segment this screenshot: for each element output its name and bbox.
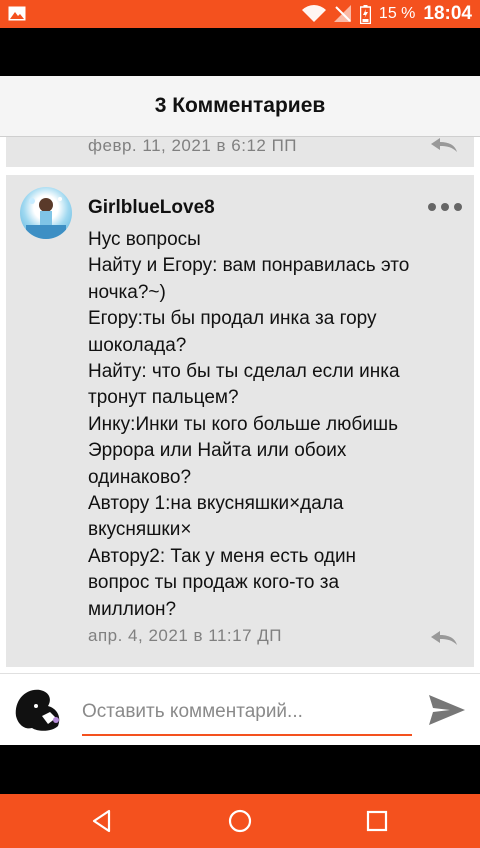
comment-item: GirlblueLove8 Нус вопросы Найту и Егору:… [6, 175, 474, 667]
comment-timestamp: февр. 11, 2021 в 6:12 ПП [88, 137, 298, 155]
send-icon[interactable] [428, 694, 466, 726]
comment-line: тронут пальцем? [88, 387, 239, 409]
comment-line: ночка?~) [88, 281, 166, 303]
bottom-black-band [0, 745, 480, 794]
reply-icon[interactable] [430, 137, 458, 153]
signal-icon [333, 5, 351, 22]
page-title: 3 Комментариев [154, 94, 326, 117]
comment-text: Нус вопросы Найту и Егору: вам понравила… [88, 227, 458, 623]
reply-icon[interactable] [430, 630, 458, 646]
comment-timestamp: апр. 4, 2021 в 11:17 ДП [88, 626, 282, 645]
back-icon[interactable] [89, 808, 115, 834]
comment-line: Егору:ты бы продал инка за гору [88, 308, 377, 330]
comment-line: Нус вопросы [88, 229, 201, 250]
comment-line: шоколада? [88, 334, 187, 356]
comment-line: Автору2: Так у меня есть один [88, 545, 357, 567]
comment-line: Найту: что бы ты сделал если инка [88, 361, 400, 383]
comment-author[interactable]: GirlblueLove8 [88, 197, 215, 219]
comments-header: 3 Комментариев [0, 76, 480, 137]
previous-comment: февр. 11, 2021 в 6:12 ПП [6, 137, 474, 167]
user-avatar[interactable] [12, 686, 66, 732]
battery-percent: 15 % [378, 5, 416, 22]
wifi-icon [301, 5, 326, 23]
status-bar: 15 % 18:04 [0, 0, 480, 28]
battery-icon [359, 4, 371, 24]
comment-input-bar [0, 673, 480, 746]
comment-line: Эррора или Найта или обоих [88, 440, 347, 462]
navigation-bar [0, 794, 480, 848]
comment-line: миллион? [88, 598, 177, 620]
comment-line: одинаково? [88, 466, 192, 488]
comment-line: вопрос ты продаж кого-то за [88, 572, 340, 594]
comment-line: Автору 1:на вкусняшки×дала [88, 493, 344, 515]
clock: 18:04 [423, 3, 472, 24]
avatar[interactable] [20, 187, 72, 239]
comment-line: вкусняшки× [88, 519, 192, 541]
comments-list[interactable]: февр. 11, 2021 в 6:12 ПП GirlblueLove8 Н… [0, 137, 480, 673]
comment-line: Найту и Егору: вам понравилась это [88, 255, 410, 277]
gallery-icon [8, 6, 26, 21]
comment-line: Инку:Инки ты кого больше любишь [88, 413, 398, 435]
home-icon[interactable] [227, 808, 253, 834]
more-options-icon[interactable] [428, 203, 462, 211]
top-black-band [0, 28, 480, 76]
recents-icon[interactable] [364, 808, 390, 834]
comment-input[interactable] [82, 690, 412, 736]
